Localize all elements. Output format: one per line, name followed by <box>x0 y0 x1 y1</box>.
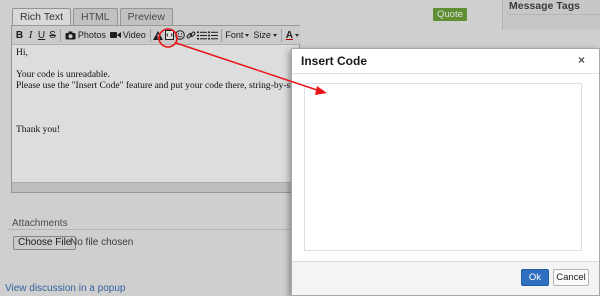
dialog-header: Insert Code × <box>292 49 599 74</box>
dialog-title: Insert Code <box>301 54 368 68</box>
dialog-footer: Ok Cancel <box>292 261 599 295</box>
cancel-button[interactable]: Cancel <box>553 269 589 286</box>
close-icon[interactable]: × <box>578 54 585 66</box>
ok-button[interactable]: Ok <box>521 269 549 286</box>
insert-code-dialog: Insert Code × Ok Cancel <box>291 48 600 296</box>
code-input[interactable] <box>304 83 582 251</box>
